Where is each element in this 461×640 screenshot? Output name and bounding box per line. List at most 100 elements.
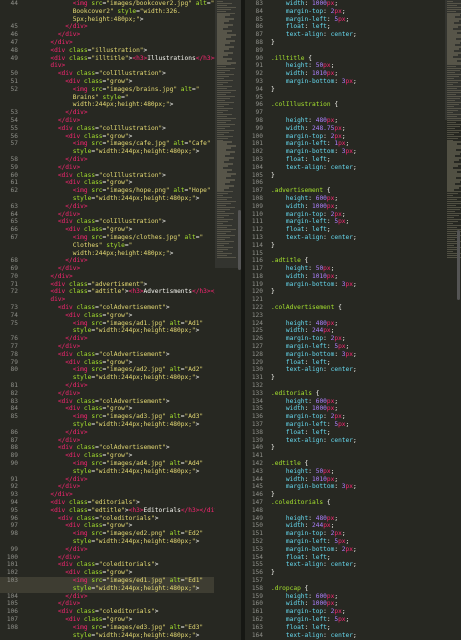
code-line[interactable]: 132: [245, 382, 445, 390]
code-line[interactable]: 137 margin-left: 5px;: [245, 421, 445, 429]
code-line[interactable]: 162 margin-left: 5px;: [245, 616, 445, 624]
line-code[interactable]: 5px;height:480px;">: [28, 16, 144, 24]
code-line[interactable]: 112 float: left;: [245, 226, 445, 234]
line-code[interactable]: Brains" style=": [28, 94, 129, 102]
line-code[interactable]: <div class="colAdvertisement">: [28, 398, 170, 406]
line-code[interactable]: width:244px;height:480px;">: [28, 101, 174, 109]
code-line[interactable]: style="width:244px;height:480px;">: [0, 327, 214, 335]
code-line[interactable]: 97 <div class="grow">: [0, 522, 214, 530]
code-line[interactable]: 86 </div>: [0, 429, 214, 437]
code-line[interactable]: 106 <div class="coleditorials">: [0, 608, 214, 616]
line-code[interactable]: text-align: center;: [271, 561, 357, 569]
line-code[interactable]: <img src="images/ad2.jpg" alt="Ad2": [28, 366, 203, 374]
line-code[interactable]: </div>: [28, 31, 80, 39]
line-code[interactable]: .colIllustration {: [271, 101, 338, 109]
code-line[interactable]: 48 <div class="illustration">: [0, 47, 214, 55]
line-code[interactable]: </div>: [28, 335, 87, 343]
code-line[interactable]: 113 text-align: center;: [245, 234, 445, 242]
code-line[interactable]: 127 margin-left: 5px;: [245, 343, 445, 351]
code-line[interactable]: 117 height: 50px;: [245, 265, 445, 273]
code-line[interactable]: 87 </div>: [0, 437, 214, 445]
line-code[interactable]: margin-top: 2px;: [271, 413, 346, 421]
line-code[interactable]: .illtitle {: [271, 55, 312, 63]
code-line[interactable]: 71 <div class="advertisment">: [0, 281, 214, 289]
line-code[interactable]: <div class="colAdvertisement">: [28, 444, 170, 452]
line-code[interactable]: width: 1000px;: [271, 203, 338, 211]
line-code[interactable]: margin-top: 2px;: [271, 335, 346, 343]
code-line[interactable]: 92 width: 1010px;: [245, 70, 445, 78]
code-line[interactable]: 84 <div class="grow">: [0, 405, 214, 413]
code-line[interactable]: 122 .colAdvertisement {: [245, 304, 445, 312]
code-line[interactable]: 151 margin-top: 2px;: [245, 530, 445, 538]
code-line[interactable]: 101 <div class="coleditorials">: [0, 561, 214, 569]
code-line[interactable]: 85 margin-left: 5px;: [245, 16, 445, 24]
line-code[interactable]: <div class="grow">: [28, 78, 132, 86]
code-line[interactable]: 100 </div>: [0, 554, 214, 562]
code-line[interactable]: 153 margin-bottom: 2px;: [245, 546, 445, 554]
code-line[interactable]: 107 <div class="grow">: [0, 616, 214, 624]
code-line[interactable]: 83 width: 1000px;: [245, 0, 445, 8]
code-line[interactable]: 47 </div>: [0, 39, 214, 47]
line-code[interactable]: <img src="images/ad1.jpg" alt="Ad1": [28, 320, 203, 328]
code-line[interactable]: 46 </div>: [0, 31, 214, 39]
code-line[interactable]: 139 text-align: center;: [245, 437, 445, 445]
code-line[interactable]: 99 width: 248.75px;: [245, 125, 445, 133]
code-line[interactable]: 89: [245, 47, 445, 55]
code-line[interactable]: 111 margin-left: 5px;: [245, 218, 445, 226]
line-code[interactable]: }: [271, 242, 275, 250]
code-line[interactable]: 67 <img src="images/clothes.jpg" alt=": [0, 234, 214, 242]
code-line[interactable]: 93 </div>: [0, 491, 214, 499]
line-code[interactable]: <img src="images/clothes.jpg" alt=": [28, 234, 203, 242]
code-line[interactable]: 144 width: 1010px;: [245, 476, 445, 484]
line-code[interactable]: div>: [28, 62, 65, 70]
code-line[interactable]: 135 width: 1000px;: [245, 405, 445, 413]
line-code[interactable]: style="width:244px;height:480px;">: [28, 468, 200, 476]
code-line[interactable]: 152 margin-left: 5px;: [245, 538, 445, 546]
code-line[interactable]: 129 float: left;: [245, 359, 445, 367]
line-code[interactable]: </div>: [28, 257, 87, 265]
line-code[interactable]: .coleditorials {: [271, 499, 331, 507]
line-code[interactable]: style="width:244px;height:480px;">: [28, 421, 200, 429]
line-code[interactable]: margin-top: 2px;: [271, 8, 346, 16]
code-line[interactable]: style="width:244px;height:480px;">: [0, 584, 214, 593]
code-line[interactable]: 60 <div class="colIllustration">: [0, 172, 214, 180]
line-code[interactable]: style="width:244px;height:480px;">: [28, 374, 200, 382]
line-code[interactable]: <div class="illtitle"><h3>Illustrations<…: [28, 55, 221, 63]
code-line[interactable]: 50 <div class="colIllustration">: [0, 70, 214, 78]
line-code[interactable]: </div>: [28, 382, 87, 390]
line-code[interactable]: height: 480px;: [271, 515, 338, 523]
code-line[interactable]: 154 float: left;: [245, 554, 445, 562]
code-line[interactable]: 103 float: left;: [245, 156, 445, 164]
code-line[interactable]: 98 height: 480px;: [245, 117, 445, 125]
code-line[interactable]: 77 </div>: [0, 343, 214, 351]
line-code[interactable]: <div class="colAdvertisement">: [28, 351, 170, 359]
line-code[interactable]: </div>: [28, 265, 80, 273]
code-line[interactable]: 148: [245, 507, 445, 515]
line-code[interactable]: <div class="grow">: [28, 133, 132, 141]
code-line[interactable]: 126 margin-top: 2px;: [245, 335, 445, 343]
line-code[interactable]: </div>: [28, 437, 80, 445]
line-code[interactable]: </div>: [28, 156, 87, 164]
code-line[interactable]: 116 .adtitle {: [245, 257, 445, 265]
line-code[interactable]: width: 1010px;: [271, 476, 338, 484]
code-line[interactable]: 98 <img src="images/ed2.png" alt="Ed2": [0, 530, 214, 538]
line-code[interactable]: margin-top: 2px;: [271, 211, 346, 219]
line-code[interactable]: </div>: [28, 491, 72, 499]
line-code[interactable]: <div class="advertisment">: [28, 281, 147, 289]
line-code[interactable]: <div class="grow">: [28, 312, 132, 320]
line-code[interactable]: .advertisement {: [271, 187, 331, 195]
line-code[interactable]: width:244px;height:480px;">: [28, 250, 174, 258]
line-code[interactable]: div>: [28, 296, 65, 304]
code-line[interactable]: 140}: [245, 444, 445, 452]
code-line[interactable]: 142 .edtitle {: [245, 460, 445, 468]
code-line[interactable]: style="width:244px;height:480px;">: [0, 374, 214, 382]
line-code[interactable]: }: [271, 374, 275, 382]
line-code[interactable]: <div class="grow">: [28, 179, 132, 187]
line-code[interactable]: <div class="grow">: [28, 226, 132, 234]
line-code[interactable]: }: [271, 491, 275, 499]
line-code[interactable]: text-align: center;: [271, 164, 357, 172]
code-line[interactable]: Clothes" style=": [0, 242, 214, 250]
code-line[interactable]: 128 margin-bottom: 3px;: [245, 351, 445, 359]
line-code[interactable]: <div class="adtitle"><h3>Advertisments</…: [28, 288, 218, 296]
line-code[interactable]: height: 50px;: [271, 62, 334, 70]
